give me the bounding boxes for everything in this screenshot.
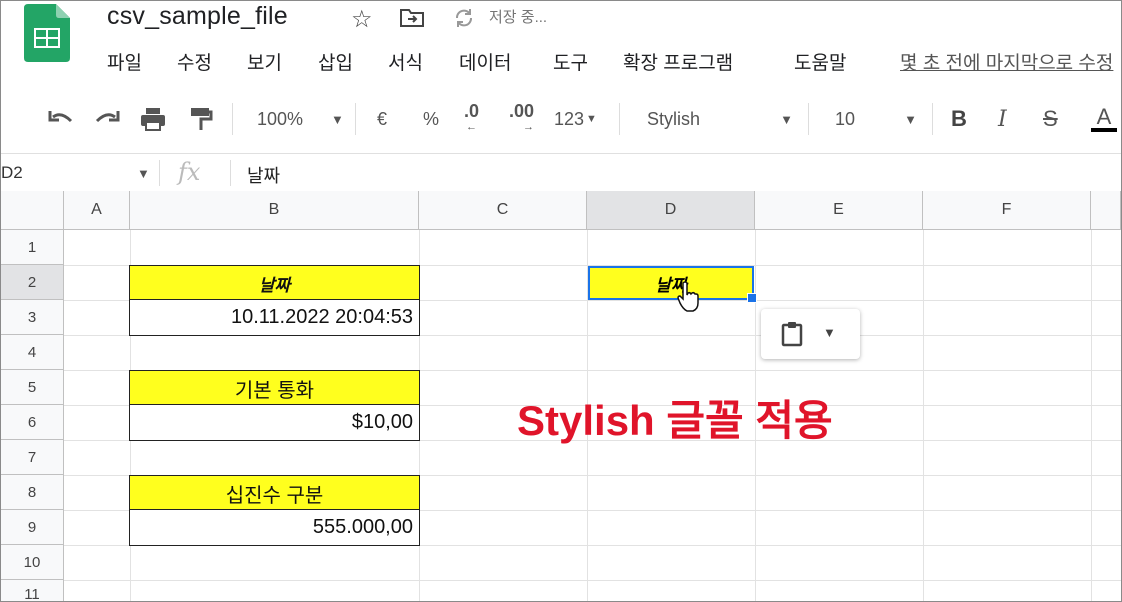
bold-label: B <box>951 106 967 131</box>
row-header-5[interactable]: 5 <box>1 370 64 405</box>
increase-decimal-label: .00 <box>509 101 535 121</box>
column-header-f[interactable]: F <box>923 191 1091 230</box>
arrow-left-icon: ← <box>466 121 477 133</box>
column-header-d[interactable]: D <box>587 191 755 230</box>
arrow-right-icon: → <box>523 121 535 133</box>
hand-cursor-icon <box>677 281 699 312</box>
column-header-g[interactable] <box>1091 191 1121 230</box>
chevron-down-icon: ▼ <box>780 111 793 127</box>
menu-format[interactable]: 서식 <box>388 48 423 75</box>
fx-icon: fx <box>178 158 201 186</box>
font-value: Stylish <box>647 108 701 129</box>
cell-b9[interactable]: 555.000,00 <box>129 509 420 546</box>
menu-tools[interactable]: 도구 <box>553 48 588 75</box>
zoom-value: 100% <box>257 108 304 129</box>
column-header-e[interactable]: E <box>755 191 923 230</box>
row-header-1[interactable]: 1 <box>1 230 64 265</box>
annotation-text: Stylish 글꼴 적용 <box>517 397 833 444</box>
chevron-down-icon: ▼ <box>904 111 917 127</box>
star-icon[interactable]: ☆ <box>351 5 373 34</box>
row-header-2[interactable]: 2 <box>1 265 64 300</box>
text-color-button[interactable]: A <box>1091 93 1117 145</box>
undo-icon[interactable] <box>47 107 75 131</box>
percent-label: % <box>423 108 440 129</box>
cell-reference: D2 <box>1 163 23 182</box>
font-select[interactable]: Stylish ▼ <box>647 93 793 145</box>
font-size-select[interactable]: 10 ▼ <box>835 93 917 145</box>
row-header-3[interactable]: 3 <box>1 300 64 335</box>
chevron-down-icon: ▼ <box>137 166 150 181</box>
row-header-9[interactable]: 9 <box>1 510 64 545</box>
menu-data[interactable]: 데이터 <box>459 48 511 75</box>
menu-edit[interactable]: 수정 <box>177 48 212 75</box>
cell-b8[interactable]: 십진수 구분 <box>129 475 420 511</box>
formula-bar: D2 ▼ fx 날짜 <box>1 153 1121 192</box>
cell-d2-selected[interactable]: 날짜 <box>588 266 757 303</box>
sync-icon <box>456 9 472 27</box>
row-header-4[interactable]: 4 <box>1 335 64 370</box>
menu-file[interactable]: 파일 <box>107 48 142 75</box>
name-box[interactable]: D2 ▼ <box>1 163 150 183</box>
sheets-logo-icon[interactable] <box>24 4 70 62</box>
cell-b2[interactable]: 날짜 <box>129 265 420 301</box>
chevron-down-icon: ▼ <box>331 111 344 127</box>
strikethrough-label: S <box>1043 106 1058 131</box>
spreadsheet-window: csv_sample_file ☆ 저장 중... 파일 수정 보기 삽입 서식… <box>0 0 1122 602</box>
redo-icon[interactable] <box>93 107 121 131</box>
decrease-decimal-button[interactable]: .0 ← <box>464 93 479 145</box>
menu-insert[interactable]: 삽입 <box>318 48 353 75</box>
sheet-grid[interactable]: A B C D E F 1 2 3 4 5 6 7 8 9 10 11 날짜 1… <box>1 191 1121 601</box>
menu-view[interactable]: 보기 <box>247 48 282 75</box>
cell-b5[interactable]: 기본 통화 <box>129 370 420 406</box>
decrease-decimal-label: .0 <box>464 101 480 121</box>
row-header-11[interactable]: 11 <box>1 580 64 601</box>
cell-b6[interactable]: $10,00 <box>129 404 420 441</box>
text-color-swatch <box>1091 128 1117 132</box>
increase-decimal-button[interactable]: .00 → <box>509 93 534 145</box>
row-header-7[interactable]: 7 <box>1 440 64 475</box>
clipboard-icon <box>781 322 803 347</box>
last-edit-link[interactable]: 몇 초 전에 마지막으로 수정 <box>900 48 1113 75</box>
zoom-select[interactable]: 100% ▼ <box>257 93 344 145</box>
select-all-corner[interactable] <box>1 191 64 230</box>
italic-label: I <box>998 106 1007 132</box>
menu-help[interactable]: 도움말 <box>794 48 846 75</box>
move-folder-icon[interactable] <box>399 7 425 29</box>
paste-options-button[interactable]: ▼ <box>761 309 860 359</box>
row-header-6[interactable]: 6 <box>1 405 64 440</box>
percent-format-button[interactable]: % <box>423 93 439 145</box>
bold-button[interactable]: B <box>951 93 967 145</box>
menu-extensions[interactable]: 확장 프로그램 <box>623 48 733 75</box>
column-header-a[interactable]: A <box>64 191 130 230</box>
currency-label: € <box>377 108 388 129</box>
paint-format-icon[interactable] <box>189 106 213 132</box>
fill-handle[interactable] <box>747 293 757 303</box>
save-status: 저장 중... <box>489 9 548 26</box>
toolbar: 100% ▼ € % .0 ← .00 → 123 ▼ Stylish ▼ 10 ▼ B I… <box>1 93 1121 145</box>
font-size-value: 10 <box>835 108 856 129</box>
row-header-8[interactable]: 8 <box>1 475 64 510</box>
column-header-c[interactable]: C <box>419 191 587 230</box>
row-header-10[interactable]: 10 <box>1 545 64 580</box>
currency-format-button[interactable]: € <box>377 93 387 145</box>
cell-b3[interactable]: 10.11.2022 20:04:53 <box>129 299 420 336</box>
formula-input[interactable]: 날짜 <box>247 162 280 188</box>
strikethrough-button[interactable]: S <box>1043 93 1058 145</box>
italic-button[interactable]: I <box>998 93 1007 145</box>
document-title[interactable]: csv_sample_file <box>107 2 288 31</box>
more-formats-label: 123 <box>554 108 585 129</box>
caret-down-icon: ▼ <box>586 113 597 125</box>
column-header-b[interactable]: B <box>130 191 419 230</box>
more-formats-button[interactable]: 123 ▼ <box>554 93 597 145</box>
text-color-label: A <box>1096 104 1112 129</box>
caret-down-icon: ▼ <box>823 325 836 340</box>
print-icon[interactable] <box>139 106 167 132</box>
